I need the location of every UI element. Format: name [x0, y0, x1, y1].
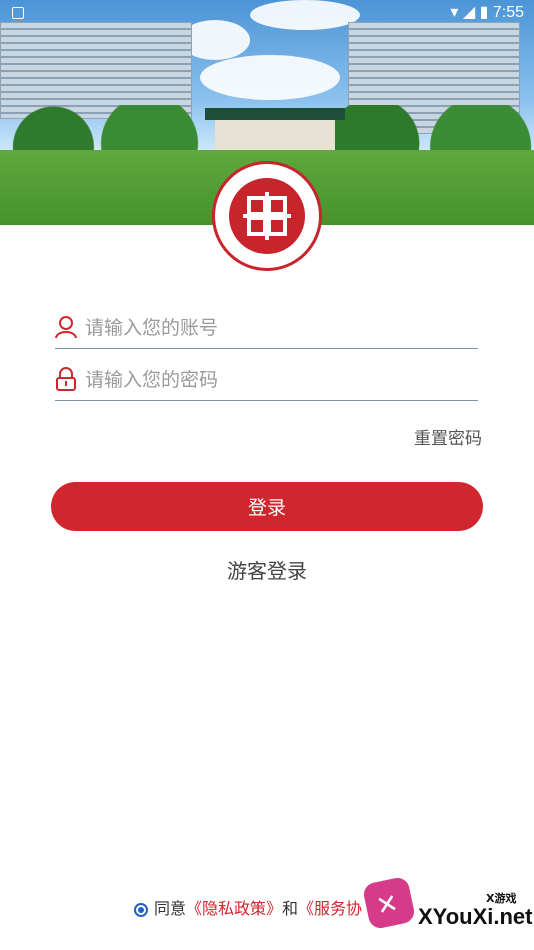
- user-icon: [55, 316, 77, 339]
- college-logo: [212, 161, 322, 271]
- agree-and: 和: [282, 899, 299, 918]
- agreement-row: 同意《隐私政策》和《服务协: [134, 895, 362, 919]
- wifi-icon: ▾: [450, 4, 459, 21]
- college-logo-emblem: [229, 178, 305, 254]
- status-time: ▾ ◢ ▮ 7:55: [450, 2, 524, 22]
- notification-icon: [12, 7, 24, 19]
- campus-gate-roof: [205, 108, 345, 120]
- watermark-main-text: XYouXi.net: [418, 904, 533, 929]
- reset-password-link[interactable]: 重置密码: [414, 424, 482, 449]
- logo-knot-icon: [243, 192, 291, 240]
- lock-icon: [56, 367, 76, 391]
- radio-checked-icon[interactable]: [134, 903, 148, 917]
- account-input[interactable]: [83, 310, 477, 346]
- cloud: [250, 0, 360, 30]
- cloud: [200, 55, 340, 100]
- service-agreement-link[interactable]: 《服务协: [298, 899, 362, 918]
- account-field: [55, 308, 478, 349]
- watermark: ✕ X游戏 XYouXi.net: [361, 872, 534, 950]
- privacy-policy-link[interactable]: 《隐私政策》: [186, 899, 282, 918]
- guest-login-link[interactable]: 游客登录: [0, 555, 534, 584]
- password-input[interactable]: [83, 362, 477, 398]
- agree-prefix: 同意: [154, 899, 187, 918]
- clock-time: 7:55: [492, 4, 524, 21]
- gamepad-logo-icon: ✕: [361, 875, 417, 931]
- signal-icon: ◢: [462, 4, 476, 21]
- password-field: [55, 360, 478, 401]
- login-button[interactable]: 登录: [51, 482, 483, 531]
- battery-icon: ▮: [479, 4, 489, 21]
